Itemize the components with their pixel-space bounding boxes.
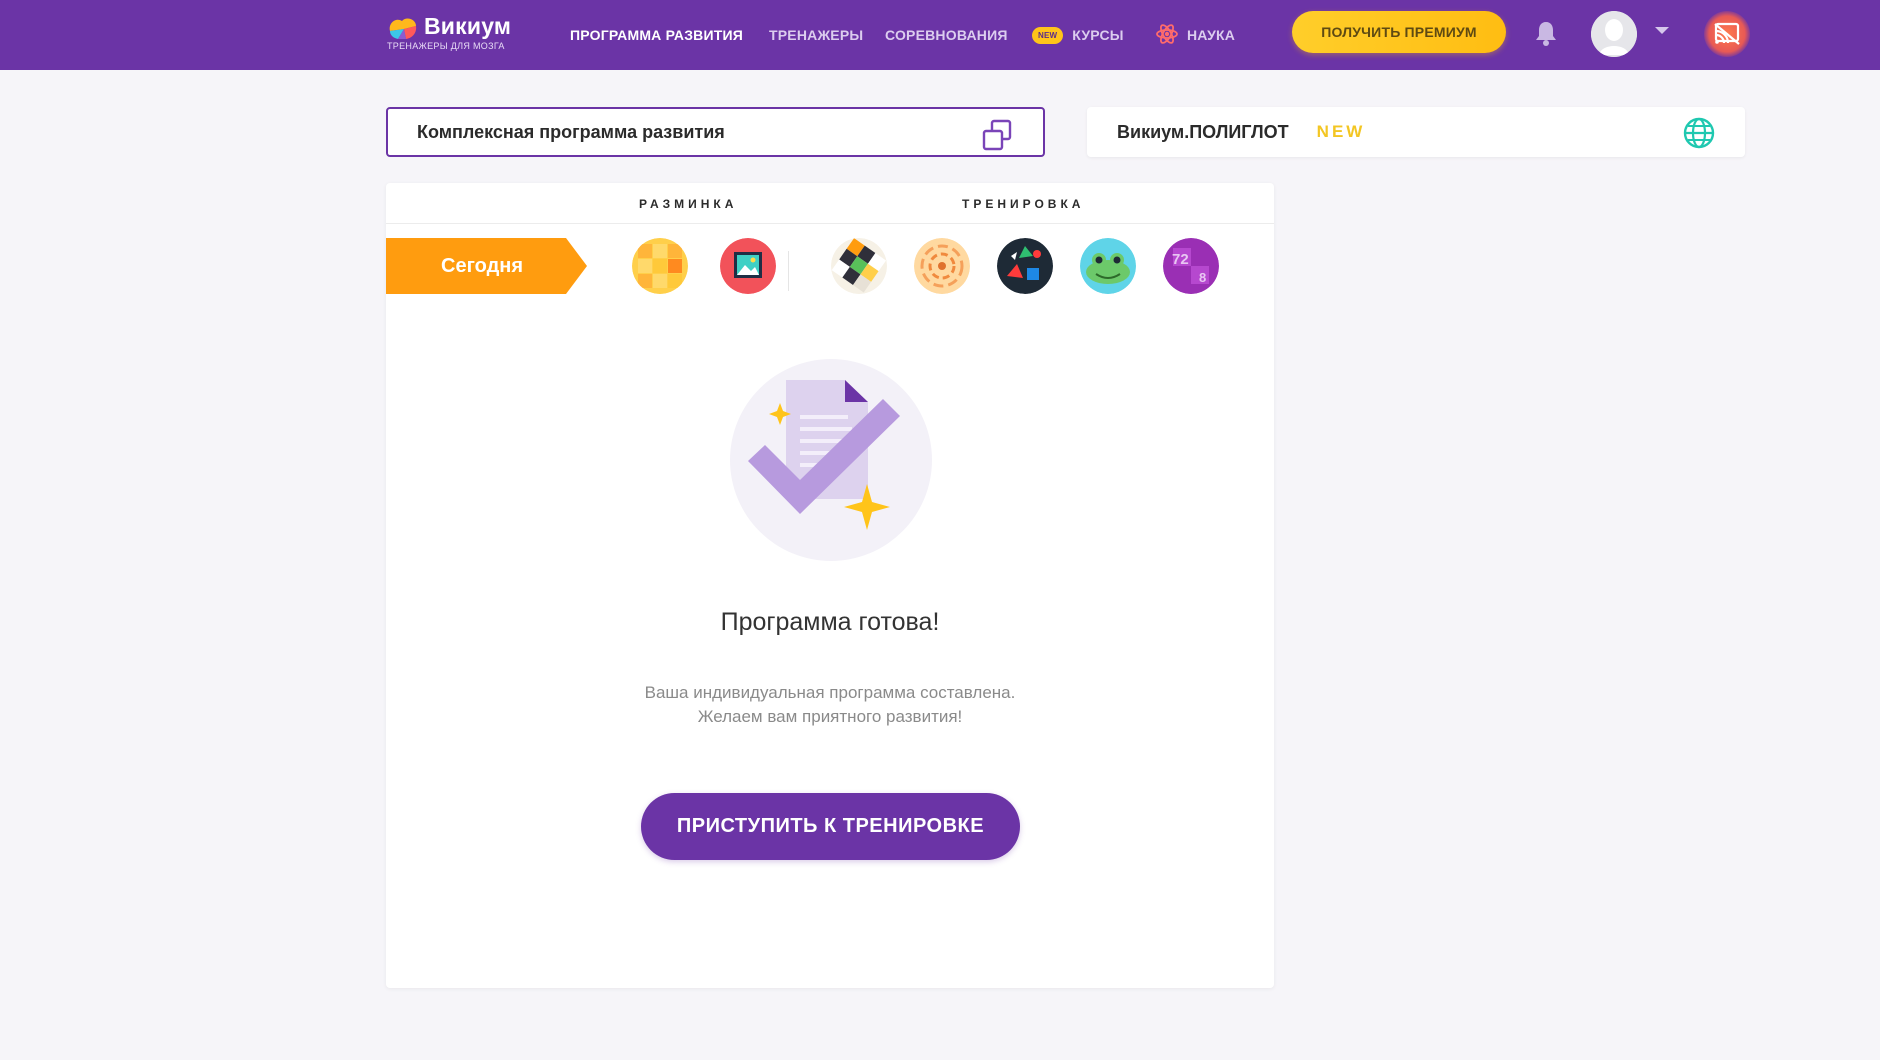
logo[interactable]: Викиум ТРЕНАЖЕРЫ ДЛЯ МОЗГА (386, 13, 516, 53)
logo-subtitle: ТРЕНАЖЕРЫ ДЛЯ МОЗГА (387, 41, 505, 51)
bell-icon[interactable] (1533, 19, 1559, 52)
game-spiral-icon[interactable] (914, 238, 970, 294)
polyglot-label: Викиум.ПОЛИГЛОТ (1117, 121, 1289, 142)
atom-icon (1156, 23, 1178, 48)
today-label: Сегодня (441, 254, 524, 277)
program-card: РАЗМИНКА ТРЕНИРОВКА Сегодня 72 8 Програм… (386, 183, 1274, 988)
numbers-game-text-2: 8 (1199, 270, 1206, 285)
nav-competitions[interactable]: СОРЕВНОВАНИЯ (885, 25, 1008, 45)
get-premium-button[interactable]: ПОЛУЧИТЬ ПРЕМИУМ (1292, 11, 1506, 53)
nav-competitions-label: СОРЕВНОВАНИЯ (885, 27, 1008, 43)
ready-description-line-1: Ваша индивидуальная программа составлена… (644, 683, 1016, 702)
nav-courses-label: КУРСЫ (1072, 27, 1124, 43)
caret-down-icon[interactable] (1655, 27, 1669, 34)
numbers-game-text-1: 72 (1172, 251, 1189, 268)
game-numbers-icon[interactable]: 72 8 (1163, 238, 1219, 294)
game-red-picture-icon[interactable] (720, 238, 776, 294)
start-training-button[interactable]: ПРИСТУПИТЬ К ТРЕНИРОВКЕ (641, 793, 1020, 860)
nav-courses[interactable]: NEW КУРСЫ (1032, 25, 1124, 45)
game-checker-icon[interactable] (831, 238, 887, 294)
nav-trainers[interactable]: ТРЕНАЖЕРЫ (769, 25, 863, 45)
training-label: ТРЕНИРОВКА (962, 197, 1085, 211)
ready-description: Ваша индивидуальная программа составлена… (386, 681, 1274, 729)
polyglot-new-badge: NEW (1316, 122, 1366, 141)
nav-trainers-label: ТРЕНАЖЕРЫ (769, 27, 864, 43)
ready-title: Программа готова! (720, 608, 940, 636)
program-selector[interactable]: Комплексная программа развития (386, 107, 1045, 157)
games-separator (788, 251, 789, 291)
copy-icon[interactable] (981, 119, 1013, 156)
program-selector-label: Комплексная программа развития (417, 121, 725, 142)
nav-program-label: ПРОГРАММА РАЗВИТИЯ (570, 27, 744, 43)
warmup-label: РАЗМИНКА (639, 197, 738, 211)
top-header: Викиум ТРЕНАЖЕРЫ ДЛЯ МОЗГА ПРОГРАММА РАЗ… (0, 0, 1880, 70)
logo-icon (389, 18, 417, 39)
globe-icon[interactable] (1683, 117, 1715, 154)
polyglot-selector[interactable]: Викиум.ПОЛИГЛОТ NEW (1087, 107, 1745, 157)
program-ready-illustration (730, 359, 932, 566)
nav-science[interactable]: НАУКА (1156, 23, 1236, 48)
ready-description-line-2: Желаем вам приятного развития! (697, 707, 963, 726)
avatar[interactable] (1591, 11, 1637, 57)
today-tab[interactable]: Сегодня (386, 238, 587, 294)
courses-new-badge: NEW (1032, 26, 1064, 44)
cast-icon[interactable] (1704, 11, 1750, 57)
card-divider (386, 223, 1274, 224)
game-dark-shapes-icon[interactable] (997, 238, 1053, 294)
nav-program[interactable]: ПРОГРАММА РАЗВИТИЯ (570, 25, 743, 45)
logo-name: Викиум (424, 13, 512, 39)
game-frog-icon[interactable] (1080, 238, 1136, 294)
nav-science-label: НАУКА (1187, 27, 1236, 43)
game-yellow-grid-icon[interactable] (632, 238, 688, 294)
